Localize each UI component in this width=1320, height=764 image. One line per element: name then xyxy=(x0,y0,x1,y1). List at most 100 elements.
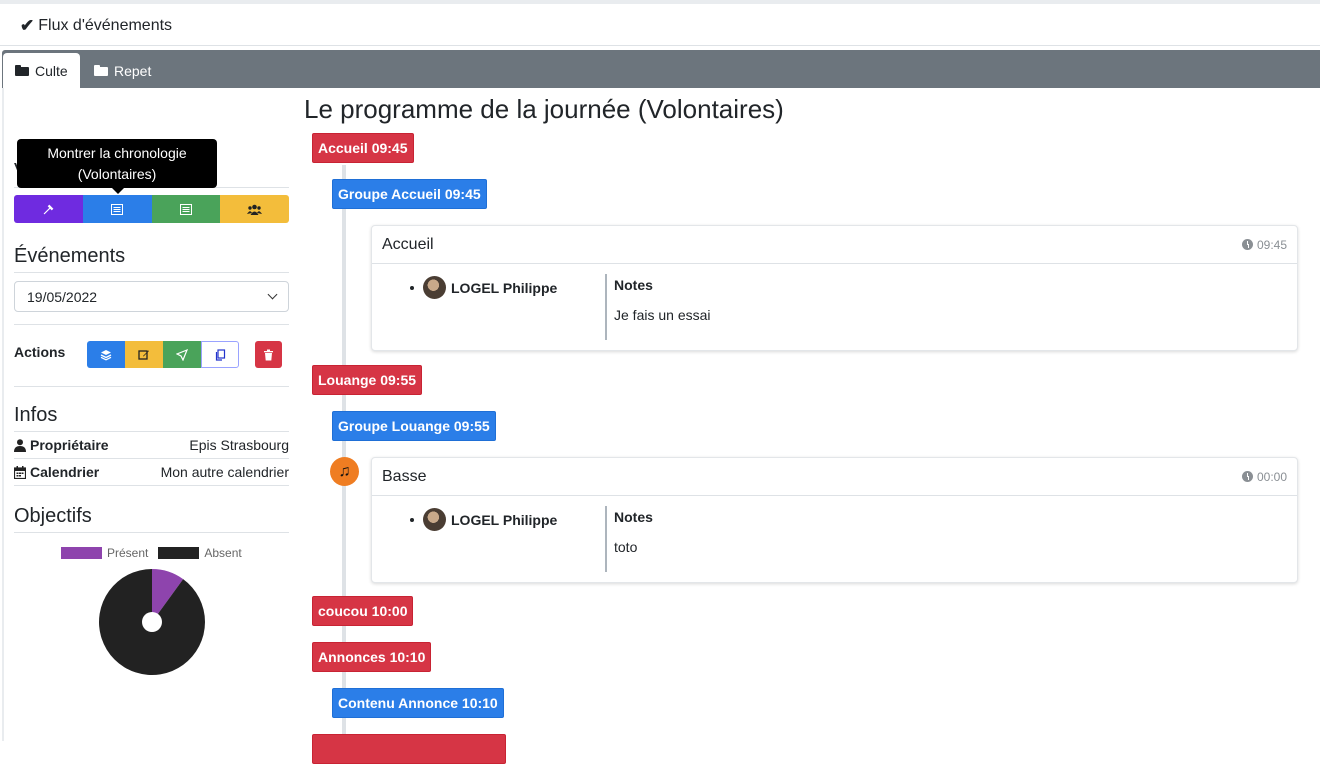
calendar-icon xyxy=(14,465,26,479)
volunteer[interactable]: LOGEL Philippe xyxy=(410,276,557,299)
notes: Notes Je fais un essai xyxy=(605,274,711,340)
paper-plane-icon xyxy=(176,348,188,361)
timeline-badge-contenu-annonce: Contenu Annonce 10:10 xyxy=(332,688,504,718)
clock-icon xyxy=(1241,239,1253,250)
chronology-tooltip: Montrer la chronologie (Volontaires) xyxy=(17,139,217,194)
timeline-badge-louange: Louange 09:55 xyxy=(312,365,423,395)
send-button[interactable] xyxy=(163,341,201,368)
events-title: Événements xyxy=(14,245,289,273)
info-row-owner: Propriétaire Epis Strasbourg xyxy=(14,432,289,459)
check-icon: ✔ xyxy=(20,16,35,35)
notes: Notes toto xyxy=(605,506,653,572)
legend-label: Absent xyxy=(204,546,242,560)
task-card: Accueil 09:45 LOGEL Philippe Notes Je fa… xyxy=(371,225,1298,351)
card-title: Accueil xyxy=(382,235,434,253)
timeline-badge-coucou: coucou 10:00 xyxy=(312,596,414,626)
hammer-icon xyxy=(43,204,54,214)
chevron-down-icon xyxy=(267,289,278,300)
notes-title: Notes xyxy=(614,277,653,293)
card-time-value: 09:45 xyxy=(1256,237,1287,252)
edit-button[interactable] xyxy=(125,341,163,368)
legend-item-present: Présent xyxy=(61,546,148,560)
actions-row: Actions xyxy=(14,341,289,368)
layers-button[interactable] xyxy=(87,341,125,368)
timeline-badge-groupe-louange: Groupe Louange 09:55 xyxy=(332,411,496,441)
info-key-label: Calendrier xyxy=(30,464,100,480)
tab-label: Culte xyxy=(35,62,68,79)
event-date-select[interactable]: 19/05/2022 xyxy=(14,281,289,312)
infos-section: Infos Propriétaire Epis Strasbourg Calen… xyxy=(14,404,289,486)
left-border xyxy=(2,88,4,741)
events-section: Événements 19/05/2022 xyxy=(14,245,289,312)
delete-button[interactable] xyxy=(255,341,282,368)
timeline-badge-annonces: Annonces 10:10 xyxy=(312,642,432,672)
view-buttons xyxy=(14,195,289,223)
program-list-button[interactable] xyxy=(151,195,221,223)
card-body: LOGEL Philippe Notes Je fais un essai xyxy=(372,264,1297,350)
tab-bar: Culte Repet xyxy=(2,50,1320,88)
tools-view-button[interactable] xyxy=(14,195,83,223)
top-bar: ✔ Flux d'événements xyxy=(0,0,1320,46)
actions-label: Actions xyxy=(14,343,66,360)
timeline-badge-accueil: Accueil 09:45 xyxy=(312,133,414,163)
divider xyxy=(14,386,289,387)
card-time: 00:00 xyxy=(1241,469,1287,484)
volunteer[interactable]: LOGEL Philippe xyxy=(410,508,557,531)
user-icon xyxy=(14,438,26,452)
pie-center-hole xyxy=(142,612,162,632)
card-time: 09:45 xyxy=(1241,237,1287,252)
chart-legend: Présent Absent xyxy=(61,546,242,560)
trash-icon xyxy=(264,349,273,360)
feed-title-label: Flux d'événements xyxy=(38,17,173,34)
tab-label: Repet xyxy=(114,62,152,79)
info-value: Epis Strasbourg xyxy=(189,437,289,453)
infos-title: Infos xyxy=(14,404,289,432)
teams-view-button[interactable] xyxy=(220,195,289,223)
clock-icon xyxy=(1241,471,1253,482)
copy-button[interactable] xyxy=(201,341,239,368)
list-icon xyxy=(111,203,124,215)
card-title: Basse xyxy=(382,467,427,485)
volunteers-list-button[interactable] xyxy=(82,195,152,223)
tab-culte[interactable]: Culte xyxy=(3,53,80,88)
layers-icon xyxy=(100,349,112,361)
timeline-badge-groupe-accueil: Groupe Accueil 09:45 xyxy=(332,179,487,209)
folder-icon xyxy=(15,65,29,76)
card-time-value: 00:00 xyxy=(1256,469,1287,484)
card-body: LOGEL Philippe Notes toto xyxy=(372,496,1297,582)
page-title: Le programme de la journée (Volontaires) xyxy=(304,94,784,124)
legend-swatch xyxy=(158,547,200,559)
users-icon xyxy=(247,204,263,215)
objectifs-title: Objectifs xyxy=(14,505,289,533)
info-key: Calendrier xyxy=(14,464,99,480)
legend-swatch xyxy=(61,547,102,559)
task-card: Basse 00:00 LOGEL Philippe Notes toto xyxy=(371,457,1298,583)
avatar xyxy=(423,508,446,531)
info-key-label: Propriétaire xyxy=(30,437,109,453)
event-date-value: 19/05/2022 xyxy=(27,288,98,305)
edit-icon xyxy=(138,349,149,360)
objectifs-section: Objectifs xyxy=(14,505,289,533)
info-key: Propriétaire xyxy=(14,437,109,453)
card-header: Accueil 09:45 xyxy=(372,226,1297,264)
info-value: Mon autre calendrier xyxy=(160,464,289,480)
volunteer-name: LOGEL Philippe xyxy=(451,511,558,528)
objectifs-pie-chart xyxy=(99,569,205,675)
music-icon: ♫ xyxy=(330,457,359,486)
divider xyxy=(14,324,289,325)
avatar xyxy=(423,276,446,299)
folder-icon xyxy=(94,65,108,76)
notes-text: toto xyxy=(614,539,638,555)
timeline-badge-next xyxy=(312,734,506,764)
copy-icon xyxy=(215,348,225,361)
bullet xyxy=(410,285,414,290)
bullet xyxy=(410,517,414,522)
notes-text: Je fais un essai xyxy=(614,307,711,323)
tab-repet[interactable]: Repet xyxy=(82,53,163,88)
feed-title[interactable]: ✔ Flux d'événements xyxy=(20,16,172,36)
legend-item-absent: Absent xyxy=(158,546,242,560)
volunteer-name: LOGEL Philippe xyxy=(451,279,558,296)
card-header: Basse 00:00 xyxy=(372,458,1297,496)
list-icon xyxy=(179,203,192,215)
info-row-calendar: Calendrier Mon autre calendrier xyxy=(14,459,289,486)
